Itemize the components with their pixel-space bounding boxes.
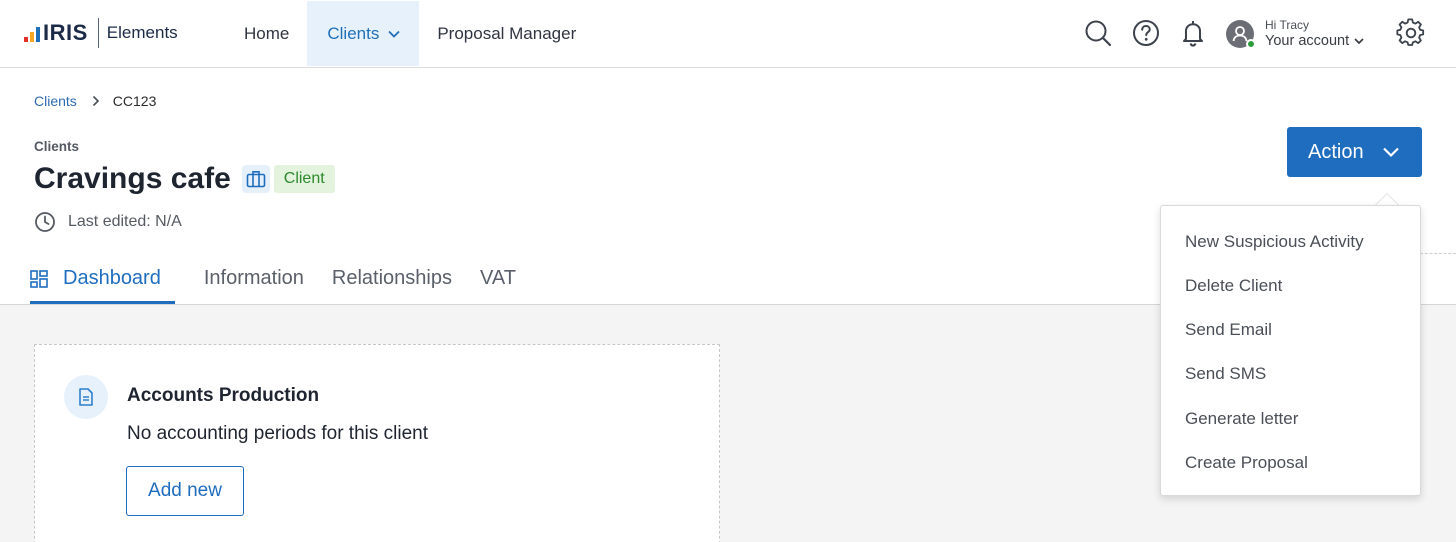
status-badge: Client <box>273 165 335 193</box>
account-menu[interactable]: Hi Tracy Your account <box>1226 14 1364 54</box>
nav-home[interactable]: Home <box>226 1 307 66</box>
top-bar: IRIS Elements Home Clients Proposal Mana… <box>0 0 1456 68</box>
card-empty-text: No accounting periods for this client <box>127 423 428 444</box>
clock-icon <box>35 212 55 232</box>
action-button-label: Action <box>1308 140 1364 163</box>
tab-information[interactable]: Information <box>190 255 318 304</box>
add-new-button[interactable]: Add new <box>126 466 244 516</box>
tab-dashboard[interactable]: Dashboard <box>30 255 175 304</box>
breadcrumb: Clients CC123 <box>34 93 156 109</box>
tab-vat[interactable]: VAT <box>466 255 530 304</box>
product-name: Elements <box>106 23 178 42</box>
section-label: Clients <box>34 139 80 154</box>
chevron-down-icon <box>1382 147 1399 158</box>
menu-item-new-suspicious-activity[interactable]: New Suspicious Activity <box>1185 232 1364 252</box>
chevron-down-icon <box>388 30 400 38</box>
nav-proposal-manager-label: Proposal Manager <box>437 23 577 43</box>
nav-clients-label: Clients <box>327 23 380 43</box>
action-button[interactable]: Action <box>1287 127 1422 177</box>
dashed-divider <box>1420 253 1456 254</box>
account-greeting: Hi Tracy <box>1265 18 1310 33</box>
main-nav: Home Clients Proposal Manager <box>226 1 594 66</box>
chevron-down-icon <box>1354 38 1364 45</box>
avatar <box>1226 20 1256 49</box>
breadcrumb-clients-link[interactable]: Clients <box>34 93 77 109</box>
menu-item-create-proposal[interactable]: Create Proposal <box>1185 453 1308 473</box>
nav-clients[interactable]: Clients <box>307 1 420 66</box>
title-row: Cravings cafe Client <box>34 162 335 196</box>
help-icon[interactable] <box>1131 18 1161 48</box>
logo-bars-icon <box>24 24 40 42</box>
logo-divider <box>97 18 99 48</box>
nav-proposal-manager[interactable]: Proposal Manager <box>419 1 594 66</box>
tab-relationships[interactable]: Relationships <box>318 255 466 304</box>
page-title: Cravings cafe <box>34 162 231 195</box>
card-title: Accounts Production <box>127 385 320 406</box>
account-label: Your account <box>1265 32 1350 49</box>
menu-item-generate-letter[interactable]: Generate letter <box>1185 409 1298 429</box>
gear-icon[interactable] <box>1396 18 1426 48</box>
tab-vat-label: VAT <box>479 267 516 289</box>
briefcase-icon <box>241 165 270 193</box>
action-menu: New Suspicious Activity Delete Client Se… <box>1160 205 1421 496</box>
menu-item-send-email[interactable]: Send Email <box>1185 320 1272 340</box>
search-icon[interactable] <box>1083 18 1113 48</box>
tab-dashboard-label: Dashboard <box>63 267 161 289</box>
tab-relationships-label: Relationships <box>331 267 452 289</box>
breadcrumb-current: CC123 <box>112 93 157 109</box>
nav-home-label: Home <box>244 23 290 43</box>
online-status-icon <box>1246 39 1256 49</box>
app-root: IRIS Elements Home Clients Proposal Mana… <box>0 0 1456 542</box>
iris-logo[interactable]: IRIS Elements <box>24 18 178 48</box>
document-icon <box>64 375 108 419</box>
tab-bar: Dashboard Information Relationships VAT <box>30 255 530 304</box>
dashboard-icon <box>30 270 48 288</box>
tab-information-label: Information <box>203 267 304 289</box>
last-edited: Last edited: N/A <box>34 211 182 233</box>
chevron-right-icon <box>92 95 99 107</box>
menu-item-send-sms[interactable]: Send SMS <box>1185 364 1266 384</box>
menu-item-delete-client[interactable]: Delete Client <box>1185 276 1282 296</box>
accounts-production-card: Accounts Production No accounting period… <box>34 344 720 542</box>
logo-text: IRIS <box>43 20 88 45</box>
bell-icon[interactable] <box>1178 18 1208 48</box>
last-edited-text: Last edited: N/A <box>68 213 182 230</box>
